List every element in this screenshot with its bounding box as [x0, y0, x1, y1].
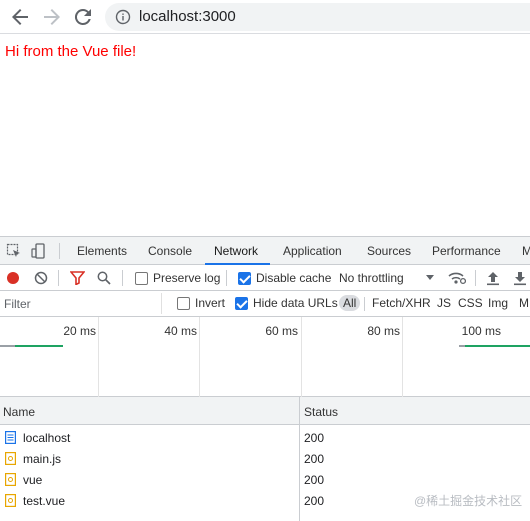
devtools-tabbar: Elements Console Network Application Sou… — [0, 237, 530, 265]
header-status[interactable]: Status — [304, 405, 338, 419]
tab-elements[interactable]: Elements — [77, 244, 127, 258]
request-name: main.js — [23, 452, 62, 466]
request-status: 200 — [304, 431, 325, 445]
arrow-right-icon — [44, 9, 60, 25]
devtools-panel: Elements Console Network Application Sou… — [0, 236, 530, 521]
hide-data-urls-checkbox[interactable] — [235, 297, 248, 310]
document-icon — [5, 431, 16, 444]
invert-label: Invert — [195, 296, 226, 310]
reload-icon — [74, 8, 91, 25]
waterfall-bar — [15, 345, 63, 347]
forward-button[interactable] — [40, 5, 64, 29]
reload-button[interactable] — [71, 5, 95, 29]
timeline-label: 40 ms — [164, 324, 197, 338]
request-status: 200 — [304, 494, 325, 508]
browser-toolbar: localhost:3000 — [0, 0, 530, 34]
filter-input[interactable]: Filter — [0, 293, 162, 314]
network-toolbar: Preserve log Disable cache No throttling — [0, 265, 530, 291]
tab-sources[interactable]: Sources — [367, 244, 411, 258]
record-icon[interactable] — [6, 271, 20, 285]
address-bar[interactable]: localhost:3000 — [105, 3, 530, 31]
export-har-icon[interactable] — [513, 270, 527, 286]
back-button[interactable] — [8, 5, 32, 29]
type-fetch-xhr[interactable]: Fetch/XHR — [372, 296, 431, 310]
tab-performance[interactable]: Performance — [432, 244, 501, 258]
timeline-label: 20 ms — [63, 324, 96, 338]
filter-icon[interactable] — [70, 271, 85, 285]
timeline-label: 80 ms — [367, 324, 400, 338]
request-status: 200 — [304, 473, 325, 487]
type-media[interactable]: M — [519, 296, 529, 310]
type-all[interactable]: All — [339, 295, 361, 311]
info-icon[interactable] — [115, 9, 131, 25]
request-name: localhost — [23, 431, 71, 445]
preserve-log-checkbox[interactable] — [135, 272, 148, 285]
invert-checkbox[interactable] — [177, 297, 190, 310]
header-name[interactable]: Name — [3, 405, 35, 419]
disable-cache-checkbox[interactable] — [238, 272, 251, 285]
preserve-log-label: Preserve log — [153, 271, 221, 285]
type-css[interactable]: CSS — [458, 296, 483, 310]
request-status: 200 — [304, 452, 325, 466]
hide-data-urls-label: Hide data URLs — [253, 296, 338, 310]
waterfall-bar — [465, 345, 530, 347]
filter-placeholder: Filter — [4, 297, 31, 311]
tab-console[interactable]: Console — [148, 244, 192, 258]
watermark: @稀土掘金技术社区 — [414, 494, 523, 508]
type-js[interactable]: JS — [437, 296, 451, 310]
import-har-icon[interactable] — [486, 270, 500, 286]
device-toolbar-icon[interactable] — [31, 243, 47, 259]
tab-more[interactable]: M — [522, 244, 530, 258]
request-name: test.vue — [23, 494, 66, 508]
waterfall-bar — [0, 345, 15, 347]
inspect-icon[interactable] — [6, 243, 22, 259]
search-icon[interactable] — [97, 271, 111, 285]
page-message: Hi from the Vue file! — [5, 43, 137, 60]
timeline-label: 60 ms — [265, 324, 298, 338]
script-icon — [5, 452, 16, 465]
tab-network[interactable]: Network — [214, 244, 258, 258]
network-conditions-icon[interactable] — [448, 270, 466, 286]
network-overview: 20 ms 40 ms 60 ms 80 ms 100 ms — [0, 317, 530, 397]
timeline-label: 100 ms — [461, 324, 501, 338]
table-row[interactable]: main.js 200 — [0, 448, 530, 469]
type-img[interactable]: Img — [488, 296, 508, 310]
throttling-select[interactable]: No throttling — [339, 271, 404, 285]
request-name: vue — [23, 473, 43, 487]
tab-application[interactable]: Application — [283, 244, 342, 258]
table-row[interactable]: localhost 200 — [0, 427, 530, 448]
script-icon — [5, 473, 16, 486]
arrow-left-icon — [12, 9, 28, 25]
script-icon — [5, 494, 16, 507]
filter-bar: Filter Invert Hide data URLs All Fetch/X… — [0, 291, 530, 317]
table-row[interactable]: vue 200 — [0, 469, 530, 490]
table-header: Name Status — [0, 397, 530, 425]
chevron-down-icon — [426, 275, 434, 280]
clear-icon[interactable] — [34, 271, 48, 285]
disable-cache-label: Disable cache — [256, 271, 332, 285]
url-text: localhost:3000 — [139, 8, 236, 25]
